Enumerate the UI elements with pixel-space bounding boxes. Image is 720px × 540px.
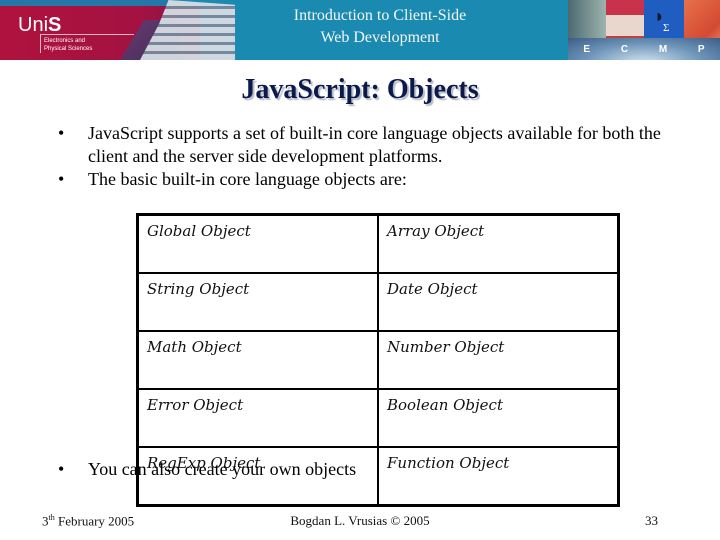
logo-subtitle: Electronics and Physical Sciences [40,34,134,53]
slide-title: JavaScript: Objects [241,74,479,105]
bullet-list: • JavaScript supports a set of built-in … [58,122,698,191]
collage-letter: P [697,44,705,55]
sigma-icon: Σ [663,22,670,34]
logo-subtitle-line2: Physical Sciences [44,46,93,52]
collage-letter: C [620,44,629,55]
table-cell: Boolean Object [377,388,620,448]
table-cell: Global Object [136,213,379,274]
table-row: Error Object Boolean Object [136,388,620,448]
header-banner: UniS Electronics and Physical Sciences I… [0,0,720,60]
course-title: Introduction to Client-Side Web Developm… [260,5,500,49]
course-title-line1: Introduction to Client-Side [293,7,467,24]
table-cell: String Object [136,272,379,332]
bullet-icon: • [58,459,65,479]
table-row: Global Object Array Object [136,213,620,274]
table-cell: Error Object [136,388,379,448]
table-cell: Function Object [377,446,620,507]
table-cell: Date Object [377,272,620,332]
bullet-item: • The basic built-in core language objec… [58,168,698,191]
bullet-item: • JavaScript supports a set of built-in … [58,122,698,168]
page-number: 33 [645,513,658,528]
table-cell: Math Object [136,330,379,390]
bullet-text: You can also create your own objects [88,459,357,479]
course-title-line2: Web Development [320,29,440,46]
collage-letter: E [583,44,591,55]
collage-letter: M [658,44,668,55]
bullet-text: JavaScript supports a set of built-in co… [88,123,661,166]
logo-text-light: Uni [18,14,49,36]
bullet-icon: • [58,169,65,189]
logo-subtitle-line1: Electronics and [44,38,86,44]
logo-text-bold: S [48,14,62,36]
table-cell: Number Object [377,330,620,390]
collage-letters: E C M P [568,44,720,55]
table-row: Math Object Number Object [136,330,620,390]
table-cell: Array Object [377,213,620,274]
ecmp-collage-image: ◗ Σ E C M P [568,0,720,60]
table-row: String Object Date Object [136,272,620,332]
bullet-icon: • [58,123,65,143]
footer-author: Bogdan L. Vrusias © 2005 [290,513,430,528]
bullet-text: The basic built-in core language objects… [88,169,407,189]
bullet-item-final: • You can also create your own objects [58,458,356,481]
